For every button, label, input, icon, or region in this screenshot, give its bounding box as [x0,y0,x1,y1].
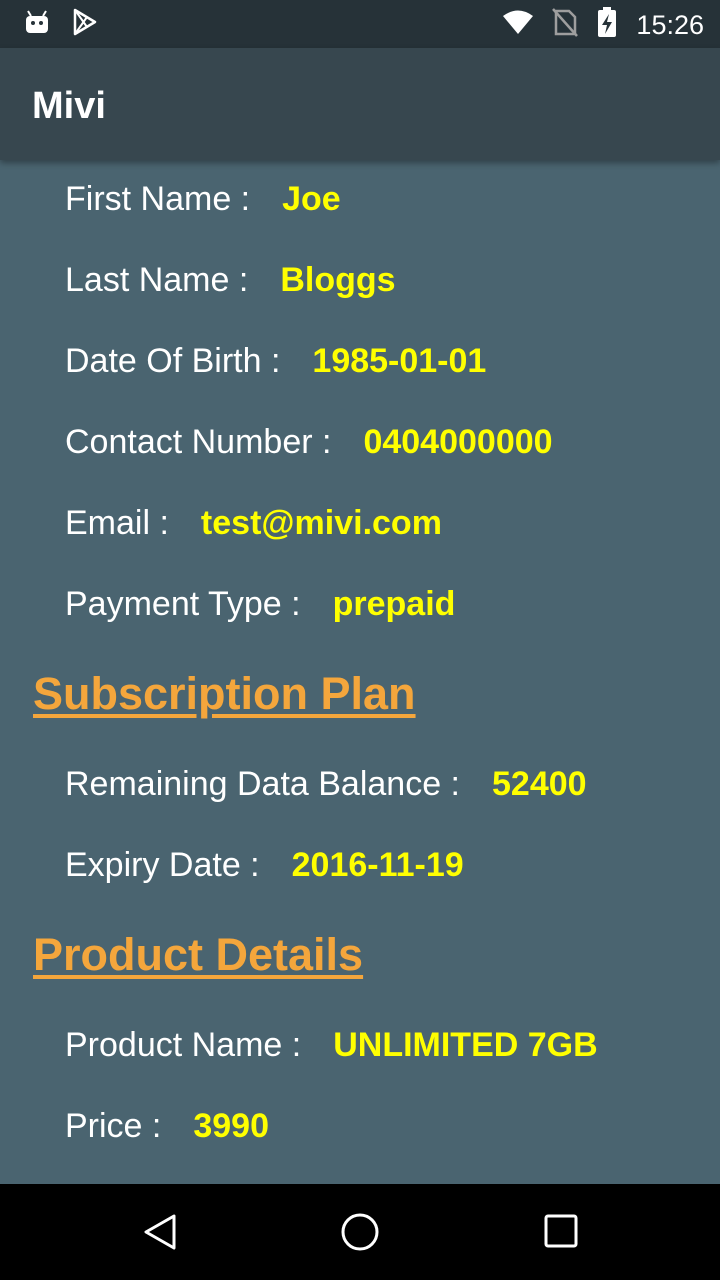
last-name-label: Last Name : [65,261,249,299]
contact-number-value: 0404000000 [363,423,553,461]
email-row: Email : test@mivi.com [65,504,442,554]
status-time: 15:26 [636,9,704,40]
first-name-value: Joe [282,180,341,218]
expiry-date-value: 2016-11-19 [291,846,464,884]
date-of-birth-label: Date Of Birth : [65,342,281,380]
payment-type-label: Payment Type : [65,585,301,623]
price-value: 3990 [193,1107,269,1145]
contact-number-row: Contact Number : 0404000000 [65,423,553,473]
contact-number-label: Contact Number : [65,423,332,461]
android-icon [24,9,50,40]
subscription-plan-heading: Subscription Plan [33,668,416,719]
recents-icon[interactable] [542,1212,582,1252]
status-right-icons: 15:26 [502,6,704,43]
last-name-row: Last Name : Bloggs [65,261,396,311]
remaining-data-balance-value: 52400 [492,765,587,803]
email-value: test@mivi.com [200,504,442,542]
expiry-date-label: Expiry Date : [65,846,260,884]
date-of-birth-row: Date Of Birth : 1985-01-01 [65,342,486,392]
home-icon[interactable] [340,1212,380,1252]
product-name-value: UNLIMITED 7GB [333,1026,598,1064]
product-name-label: Product Name : [65,1026,302,1064]
price-label: Price : [65,1107,162,1145]
play-store-icon [72,8,98,41]
last-name-value: Bloggs [280,261,396,299]
app-title: Mivi [32,85,106,127]
price-row: Price : 3990 [65,1107,269,1157]
first-name-row: First Name : Joe [65,180,341,230]
navigation-bar [0,1184,720,1280]
battery-charging-icon [596,6,618,43]
expiry-date-row: Expiry Date : 2016-11-19 [65,846,464,896]
payment-type-row: Payment Type : prepaid [65,585,455,635]
status-left-icons [24,8,98,41]
product-name-row: Product Name : UNLIMITED 7GB [65,1026,598,1076]
no-sim-icon [552,7,579,42]
remaining-data-balance-row: Remaining Data Balance : 52400 [65,765,587,815]
app-bar: Mivi [0,48,720,160]
remaining-data-balance-label: Remaining Data Balance : [65,765,461,803]
status-bar: 15:26 [0,0,720,48]
profile-content: First Name : Joe Last Name : Bloggs Date… [0,160,720,1184]
email-label: Email : [65,504,169,542]
back-icon[interactable] [140,1212,180,1252]
first-name-label: First Name : [65,180,251,218]
product-details-heading: Product Details [33,929,364,980]
payment-type-value: prepaid [332,585,456,623]
wifi-icon [502,9,534,40]
date-of-birth-value: 1985-01-01 [312,342,487,380]
